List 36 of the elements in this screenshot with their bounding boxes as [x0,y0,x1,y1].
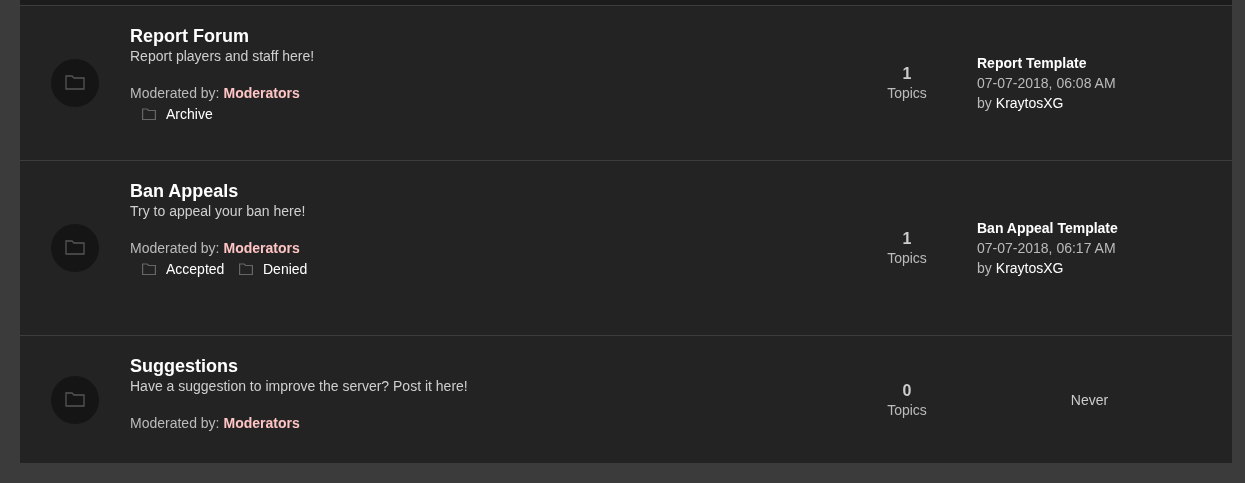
forum-description: Report players and staff here! [130,47,315,65]
topics-label: Topics [887,401,927,419]
subforum-link[interactable]: Archive [166,103,213,125]
folder-icon [142,108,156,120]
moderated-label: Moderated by: [130,84,220,103]
topics-label: Topics [887,84,927,102]
folder-icon [51,224,99,272]
subforum-link[interactable]: Denied [263,258,308,280]
forum-title-link[interactable]: Report Forum [130,25,249,47]
moderators-link[interactable]: Moderators [223,413,300,433]
last-post-date: 07-07-2018, 06:17 AM [977,239,1116,258]
topics-label: Topics [887,249,927,267]
forum-title-link[interactable]: Ban Appeals [130,180,239,202]
last-post-link[interactable]: Ban Appeal Template [977,218,1118,238]
topic-count: 0 [902,381,912,401]
moderated-label: Moderated by: [130,239,220,258]
moderators-link[interactable]: Moderators [223,83,300,103]
last-post-date: 07-07-2018, 06:08 AM [977,74,1116,93]
author-link[interactable]: KraytosXG [995,258,1064,278]
no-posts-text: Never [1070,391,1109,410]
author-link[interactable]: KraytosXG [995,93,1064,113]
moderated-label: Moderated by: [130,414,220,433]
moderators-link[interactable]: Moderators [223,238,300,258]
folder-icon [51,376,99,424]
by-label: by [977,94,992,113]
forum-description: Have a suggestion to improve the server? Post it here! [130,377,468,395]
forum-description: Try to appeal your ban here! [130,202,306,220]
topic-count: 1 [902,64,912,84]
topic-count: 1 [902,229,912,249]
folder-icon [239,263,253,275]
folder-icon [51,59,99,107]
subforum-link[interactable]: Accepted [166,258,225,280]
folder-icon [142,263,156,275]
forum-title-link[interactable]: Suggestions [130,355,238,377]
last-post-link[interactable]: Report Template [977,53,1087,73]
by-label: by [977,259,992,278]
